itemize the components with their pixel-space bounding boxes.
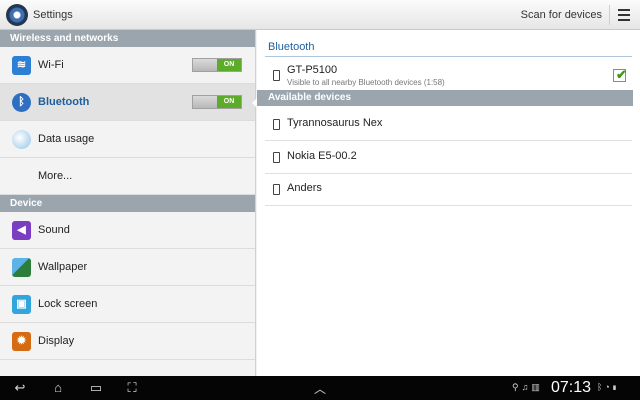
bluetooth-panel: Bluetooth GT-P5100 Visible to all nearby… bbox=[257, 30, 640, 376]
settings-item-label: Bluetooth bbox=[38, 96, 90, 108]
device-name: GT-P5100 bbox=[287, 64, 338, 76]
settings-item-label: Wi-Fi bbox=[38, 59, 64, 71]
phone-icon bbox=[273, 152, 280, 163]
check-icon: ✔ bbox=[616, 67, 627, 82]
settings-item-display[interactable]: ✹ Display bbox=[0, 323, 255, 360]
title-divider bbox=[265, 56, 632, 57]
settings-list[interactable]: Wireless and networks ≋ Wi-Fi ON ᛒ Bluet… bbox=[0, 30, 256, 376]
screenshot-icon[interactable]: ⛶ bbox=[122, 380, 142, 396]
phone-icon bbox=[273, 70, 280, 81]
action-bar: Settings Scan for devices bbox=[0, 0, 640, 30]
settings-item-label: Display bbox=[38, 335, 75, 347]
settings-item-data-usage[interactable]: Data usage bbox=[0, 121, 255, 158]
system-bar: ↩ ⌂ ▭ ⛶ ︿ ⚲♫▥ 07:13 ᛒ◔▮ bbox=[0, 376, 640, 400]
toggle-knob bbox=[193, 59, 218, 71]
own-device-row[interactable]: GT-P5100 Visible to all nearby Bluetooth… bbox=[265, 61, 632, 91]
visibility-checkbox[interactable]: ✔ bbox=[613, 67, 627, 82]
status-icons[interactable]: ᛒ◔▮ bbox=[597, 382, 619, 392]
settings-item-partial[interactable] bbox=[0, 360, 255, 376]
wifi-icon: ≋ bbox=[12, 56, 31, 75]
settings-item-wallpaper[interactable]: Wallpaper bbox=[0, 249, 255, 286]
display-icon: ✹ bbox=[12, 332, 31, 351]
settings-item-label: Sound bbox=[38, 224, 70, 236]
toggle-on-label: ON bbox=[217, 96, 241, 108]
action-bar-divider bbox=[609, 5, 610, 25]
device-row[interactable]: Nokia E5-00.2 bbox=[265, 141, 632, 174]
sound-icon: ◀ bbox=[12, 221, 31, 240]
settings-item-sound[interactable]: ◀ Sound bbox=[0, 212, 255, 249]
notification-icons[interactable]: ⚲♫▥ bbox=[512, 382, 543, 393]
toggle-knob bbox=[193, 96, 218, 108]
settings-item-more[interactable]: More... bbox=[0, 158, 255, 195]
device-row[interactable]: Anders bbox=[265, 173, 632, 206]
visibility-status: Visible to all nearby Bluetooth devices … bbox=[287, 78, 445, 87]
settings-gear-icon[interactable] bbox=[6, 4, 28, 26]
home-icon[interactable]: ⌂ bbox=[48, 380, 68, 396]
phone-icon bbox=[273, 184, 280, 195]
wallpaper-icon bbox=[12, 258, 31, 277]
settings-item-wifi[interactable]: ≋ Wi-Fi ON bbox=[0, 47, 255, 84]
device-name: Nokia E5-00.2 bbox=[287, 150, 357, 162]
recent-apps-icon[interactable]: ▭ bbox=[86, 380, 106, 396]
settings-item-label: Wallpaper bbox=[38, 261, 88, 273]
device-name: Anders bbox=[287, 182, 322, 194]
chevron-up-icon[interactable]: ︿ bbox=[312, 380, 328, 396]
bluetooth-icon: ᛒ bbox=[12, 93, 31, 112]
available-devices-header: Available devices bbox=[257, 90, 633, 106]
device-row[interactable]: Tyrannosaurus Nex bbox=[265, 108, 632, 141]
wifi-toggle[interactable]: ON bbox=[192, 58, 242, 72]
section-header-device: Device bbox=[0, 195, 255, 212]
settings-item-label: More... bbox=[38, 170, 73, 182]
scan-for-devices-button[interactable]: Scan for devices bbox=[521, 9, 602, 21]
data-usage-icon bbox=[12, 130, 31, 149]
phone-icon bbox=[273, 119, 280, 130]
section-header-wireless: Wireless and networks bbox=[0, 30, 255, 47]
app-title: Settings bbox=[33, 9, 73, 21]
settings-item-bluetooth[interactable]: ᛒ Bluetooth ON bbox=[0, 84, 255, 121]
settings-item-lock-screen[interactable]: ▣ Lock screen bbox=[0, 286, 255, 323]
device-name: Tyrannosaurus Nex bbox=[287, 117, 383, 129]
settings-item-label: Lock screen bbox=[38, 298, 98, 310]
back-icon[interactable]: ↩ bbox=[10, 380, 30, 396]
toggle-on-label: ON bbox=[217, 59, 241, 71]
settings-item-label: Data usage bbox=[38, 133, 95, 145]
lock-icon: ▣ bbox=[12, 295, 31, 314]
bluetooth-toggle[interactable]: ON bbox=[192, 95, 242, 109]
overflow-menu-icon[interactable] bbox=[618, 9, 630, 21]
clock[interactable]: 07:13 bbox=[551, 379, 591, 397]
panel-title: Bluetooth bbox=[268, 41, 315, 53]
